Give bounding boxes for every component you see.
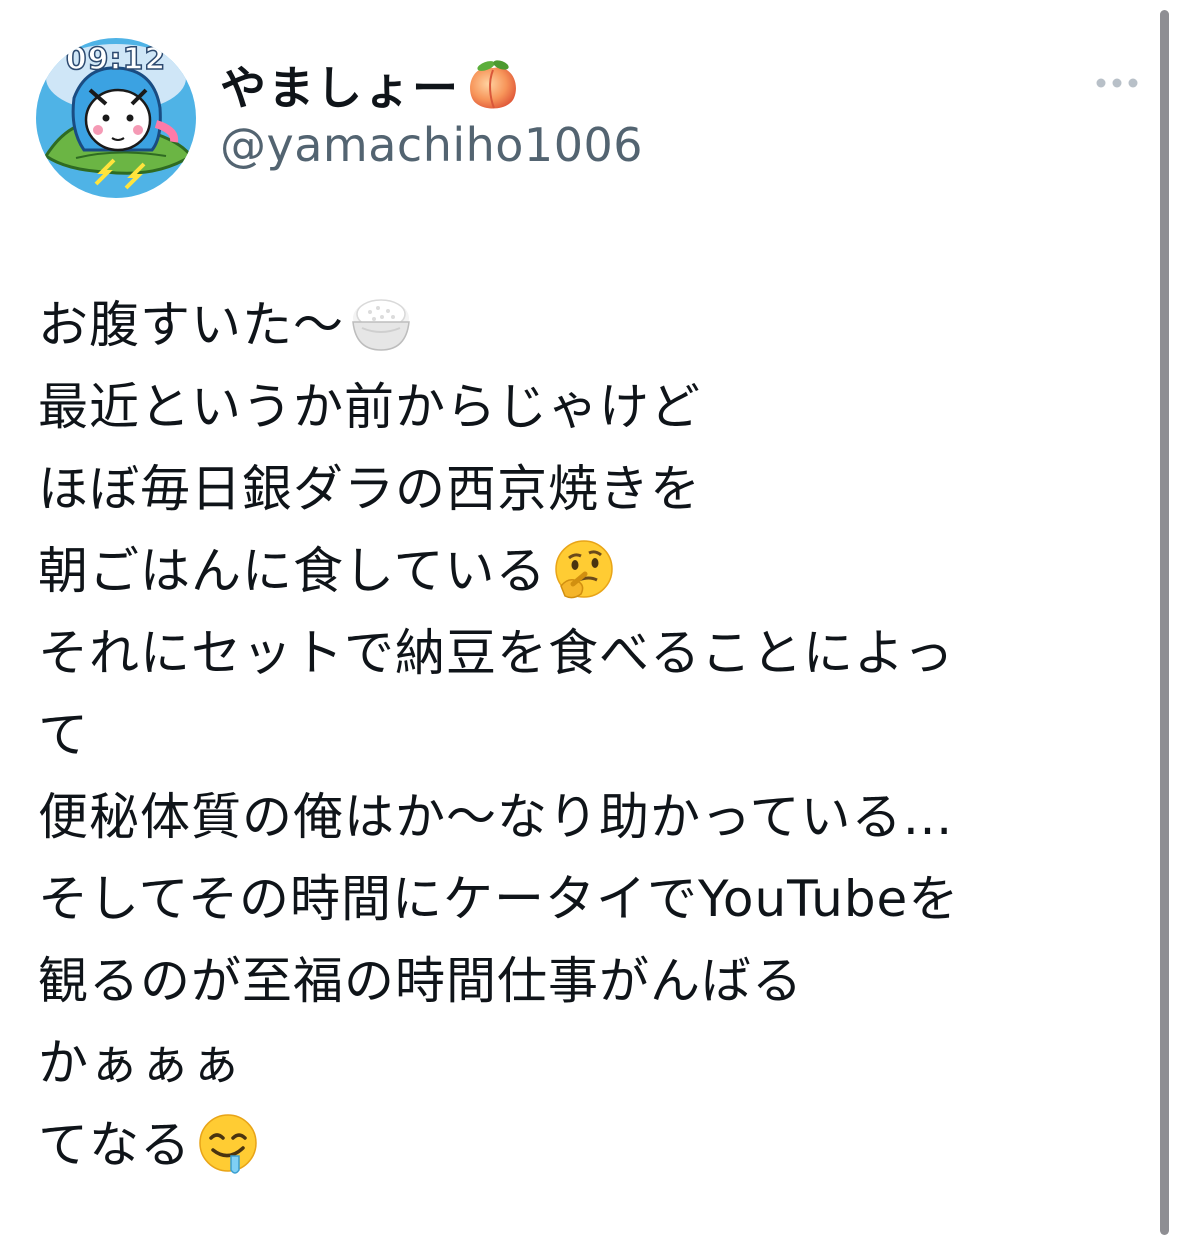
tweet-line: 観るのが至福の時間仕事がんばる (38, 940, 1138, 1022)
tweet-line-text: て (38, 706, 89, 764)
more-options-button[interactable] (1090, 66, 1144, 100)
thinking-face-icon (554, 540, 613, 599)
tweet-line: そしてその時間にケータイでYouTubeを (38, 858, 1138, 940)
tweet-line-text: てなる (38, 1116, 191, 1174)
tweet-text: お腹すいた〜 最近というか前からじゃけど ほぼ毎日銀ダラの西京焼きを 朝ごはんに… (38, 284, 1138, 1186)
display-name-text: やましょー (220, 61, 460, 115)
tweet-line: 朝ごはんに食している (38, 530, 1138, 612)
tweet-line-text: 観るのが至福の時間仕事がんばる (38, 952, 803, 1010)
tweet-line: お腹すいた〜 (38, 284, 1138, 366)
tweet-line-text: 便秘体質の俺はか〜なり助かっている… (38, 788, 954, 846)
tweet-line-text: それにセットで納豆を食べることによっ (38, 624, 955, 682)
tweet-line: てなる (38, 1104, 1138, 1186)
tweet-line-text: そしてその時間にケータイでYouTubeを (38, 870, 960, 928)
tweet-line: それにセットで納豆を食べることによっ (38, 612, 1138, 694)
ellipsis-horizontal-icon (1096, 78, 1138, 88)
display-name[interactable]: やましょー (220, 50, 524, 120)
tweet-line: 便秘体質の俺はか〜なり助かっている… (38, 776, 1138, 858)
tweet-line: ほぼ毎日銀ダラの西京焼きを (38, 448, 1138, 530)
tweet-line-text: かぁぁぁ (38, 1034, 242, 1092)
user-avatar[interactable]: 09:12 (36, 38, 196, 198)
tweet-line-text: 朝ごはんに食している (38, 542, 547, 600)
avatar-time-overlay: 09:12 (65, 41, 167, 78)
tweet-line: 最近というか前からじゃけど (38, 366, 1138, 448)
user-handle[interactable]: @yamachiho1006 (220, 118, 643, 172)
rice-bowl-icon (352, 299, 410, 351)
scrollbar[interactable] (1160, 10, 1169, 1235)
tweet-line-text: お腹すいた〜 (38, 296, 344, 354)
tweet-line-text: ほぼ毎日銀ダラの西京焼きを (38, 460, 701, 518)
drooling-face-icon (199, 1114, 257, 1174)
tweet-line: て (38, 694, 1138, 776)
tweet-line-text: 最近というか前からじゃけど (38, 378, 701, 436)
tweet-line: かぁぁぁ (38, 1022, 1138, 1104)
peach-icon (470, 60, 516, 109)
tweet-card: 09:12 やましょー @yamachiho1006 お腹すいた〜 最近というか… (0, 0, 1179, 1235)
